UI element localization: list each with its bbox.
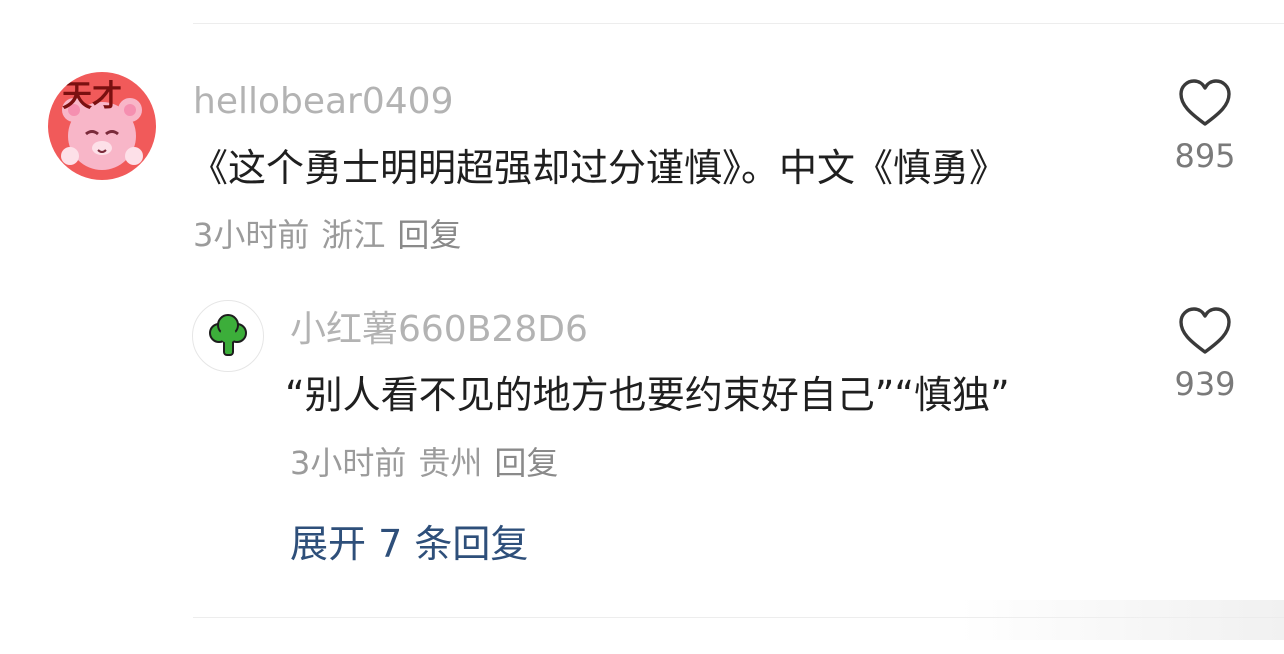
commenter-username[interactable]: hellobear0409: [193, 82, 453, 122]
reply-location: 贵州: [418, 444, 483, 482]
replier-username[interactable]: 小红薯660B28D6: [290, 310, 588, 350]
comment-location: 浙江: [321, 216, 386, 254]
expand-replies-button[interactable]: 展开 7 条回复: [290, 522, 528, 566]
comment-text[interactable]: 《这个勇士明明超强却过分谨慎》。中文《慎勇》: [190, 146, 1007, 190]
watermark-fade: [960, 600, 1284, 640]
comment-like-button[interactable]: 895: [1160, 78, 1250, 174]
replier-avatar[interactable]: [192, 300, 264, 372]
comment-meta: 3小时前 浙江 回复: [193, 217, 461, 253]
reply-like-button[interactable]: 939: [1160, 306, 1250, 402]
heart-outline-icon: [1179, 79, 1231, 126]
reply-meta: 3小时前 贵州 回复: [290, 445, 558, 481]
comment-reply-button[interactable]: 回复: [397, 216, 461, 254]
reply-text[interactable]: “别人看不见的地方也要约束好自己”“慎独”: [285, 373, 1010, 417]
heart-outline-icon: [1179, 307, 1231, 354]
bear-avatar-image: 天才: [48, 72, 156, 180]
comment-time: 3小时前: [193, 216, 310, 254]
top-divider: [193, 23, 1284, 24]
commenter-avatar[interactable]: 天才: [48, 72, 156, 180]
broccoli-icon: [209, 314, 247, 356]
svg-text:天才: 天才: [62, 79, 122, 114]
reply-like-count: 939: [1174, 365, 1236, 403]
reply-time: 3小时前: [290, 444, 407, 482]
reply-reply-button[interactable]: 回复: [494, 444, 558, 482]
comment-like-count: 895: [1174, 137, 1236, 175]
